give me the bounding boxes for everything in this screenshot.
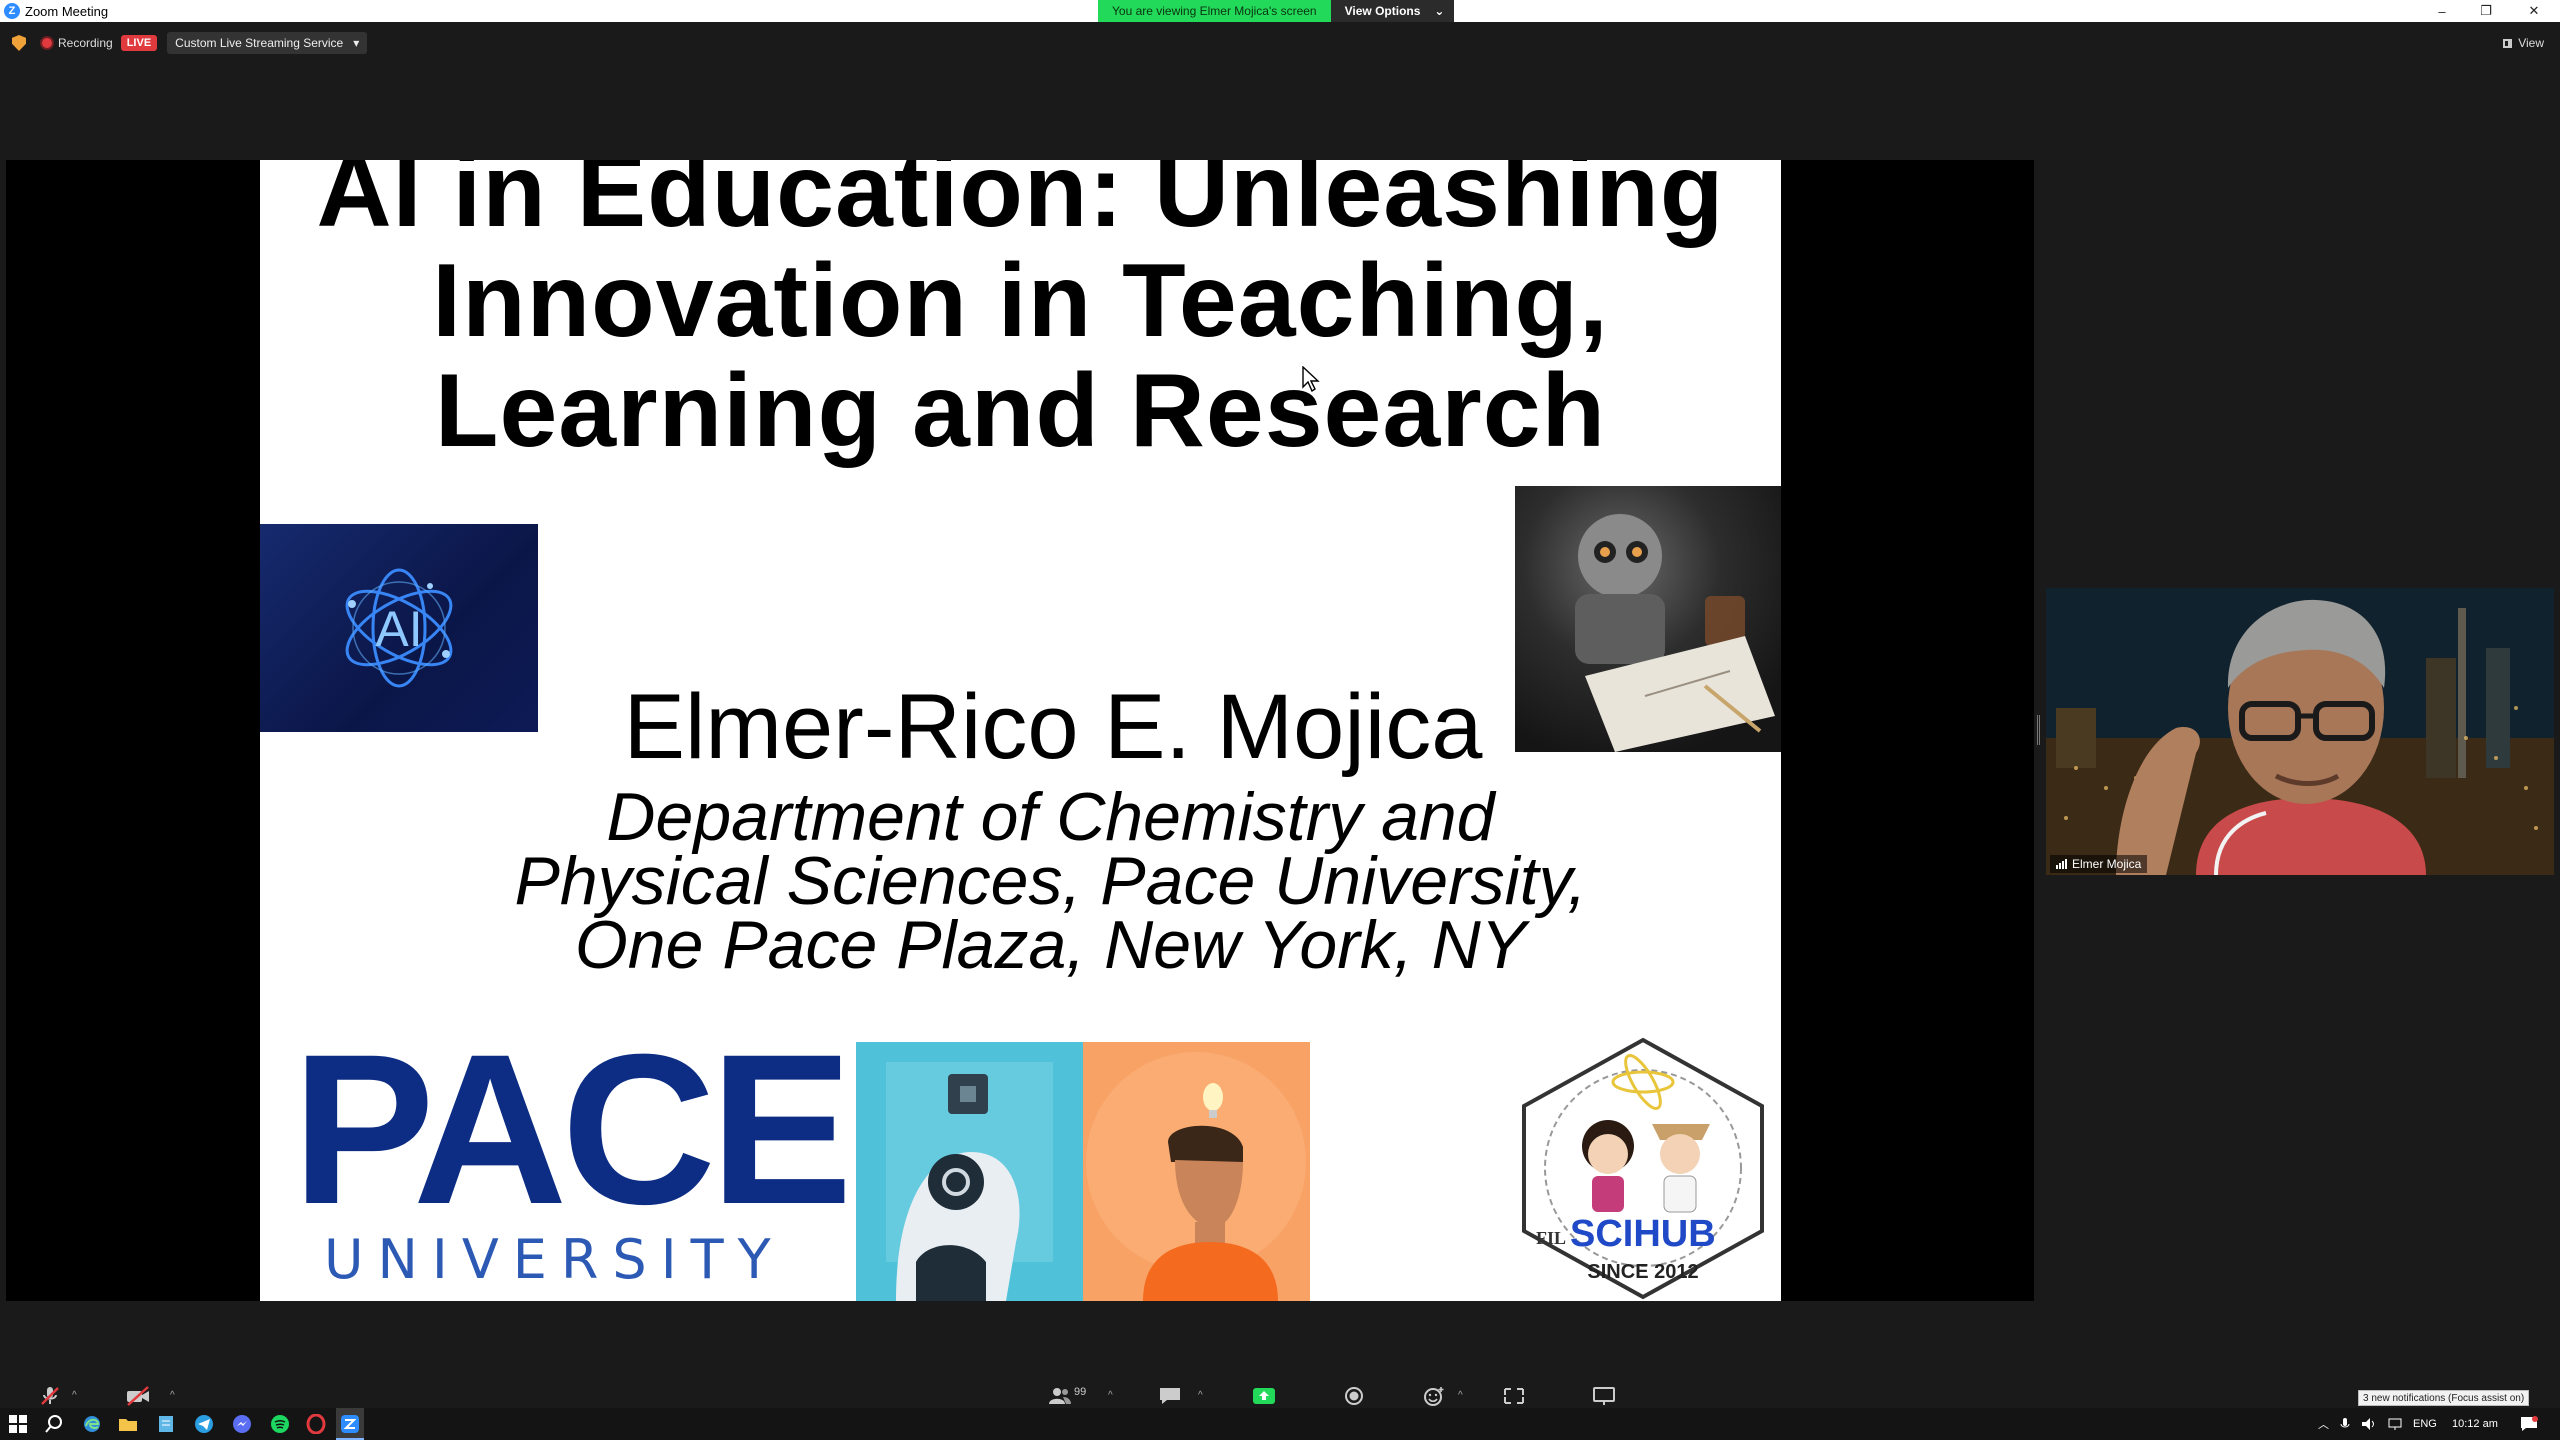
windows-start-icon[interactable] (8, 1414, 28, 1434)
start-video-button[interactable] (126, 1386, 150, 1406)
slide-title-line: Innovation in Teaching, (432, 243, 1609, 359)
edge-browser-icon[interactable] (82, 1414, 102, 1434)
filscihub-logo: FIL SCIHUB SINCE 2012 (1512, 1036, 1774, 1301)
thinking-person-illustration (1083, 1042, 1310, 1301)
robot-head-illustration (856, 1042, 1083, 1301)
splitter-handle[interactable] (2037, 715, 2040, 745)
chat-bubble-icon (1160, 1388, 1180, 1404)
chevron-down-icon: ⌄ (1434, 4, 1445, 18)
whiteboards-button[interactable] (1592, 1386, 1616, 1406)
show-hidden-icons-chevron-icon[interactable]: ︿ (2318, 1416, 2329, 1432)
participant-name: Elmer Mojica (2072, 857, 2142, 871)
share-screen-icon (1253, 1388, 1275, 1404)
participant-video-tile[interactable]: Elmer Mojica (2046, 588, 2554, 875)
screen-share-banner: You are viewing Elmer Mojica's screen Vi… (1098, 0, 1455, 22)
svg-text:FIL: FIL (1536, 1228, 1566, 1248)
participant-name-tag: Elmer Mojica (2050, 855, 2148, 873)
security-shield-icon[interactable] (12, 35, 26, 51)
window-title: Zoom Meeting (25, 3, 109, 19)
apps-button[interactable] (1502, 1386, 1526, 1406)
chat-button[interactable] (1158, 1386, 1182, 1406)
slide-title-line: Learning and Research (434, 353, 1607, 469)
department-affiliation: Department of Chemistry and Physical Sci… (260, 779, 1781, 983)
svg-text:SCIHUB: SCIHUB (1570, 1213, 1716, 1255)
mute-button[interactable] (38, 1386, 62, 1406)
microphone-tray-icon[interactable] (2339, 1417, 2351, 1431)
record-button[interactable] (1342, 1386, 1366, 1406)
view-options-label: View Options (1344, 4, 1421, 18)
svg-text:SINCE 2012: SINCE 2012 (1587, 1261, 1698, 1283)
view-button[interactable]: View (2503, 30, 2544, 56)
recording-dot-icon (42, 38, 52, 48)
reactions-button[interactable] (1422, 1386, 1446, 1406)
presentation-slide: AI in Education: Unleashing Innovation i… (260, 160, 1781, 1301)
viewing-screen-message: You are viewing Elmer Mojica's screen (1098, 0, 1331, 22)
stream-service-label: Custom Live Streaming Service (175, 36, 344, 50)
video-camera-off-icon (127, 1386, 149, 1406)
input-language-indicator[interactable]: ENG (2413, 1418, 2437, 1430)
affiliation-line: Physical Sciences, Pace University, (514, 843, 1587, 919)
live-badge: LIVE (120, 35, 158, 51)
meeting-status-row: Recording LIVE Custom Live Streaming Ser… (0, 30, 2560, 56)
shared-screen-area: AI in Education: Unleashing Innovation i… (6, 160, 2040, 1301)
university-logo-word: UNIVERSITY (324, 1228, 785, 1291)
gallery-view-icon (2503, 38, 2513, 48)
notification-toast[interactable]: 3 new notifications (Focus assist on) (2358, 1390, 2530, 1406)
pace-logo-word: PACE (292, 1010, 853, 1249)
microphone-muted-icon (41, 1387, 59, 1405)
participant-count: 99 (1074, 1386, 1087, 1398)
close-window-button[interactable]: ✕ (2514, 0, 2554, 22)
pace-university-logo: PACE UNIVERSITY (292, 1010, 853, 1292)
zoom-taskbar-button[interactable] (336, 1408, 364, 1440)
system-clock[interactable]: 10:12 am (2452, 1408, 2498, 1440)
clock-time: 10:12 am (2452, 1418, 2498, 1430)
restore-button[interactable]: ❐ (2466, 0, 2506, 22)
file-explorer-icon[interactable] (118, 1414, 138, 1434)
mouse-cursor-icon (1302, 366, 1320, 392)
notification-center-icon[interactable] (2520, 1416, 2538, 1432)
video-options-caret[interactable]: ^ (170, 1390, 175, 1401)
windows-taskbar: ︿ ENG 10:12 am (0, 1408, 2560, 1440)
participant-video-feed (2046, 588, 2554, 875)
notepad-icon[interactable] (156, 1414, 176, 1434)
dropdown-caret-icon: ▾ (353, 36, 360, 50)
network-icon[interactable] (2387, 1417, 2403, 1431)
reactions-options-caret[interactable]: ^ (1458, 1390, 1463, 1401)
view-label: View (2518, 36, 2544, 50)
affiliation-line: Department of Chemistry and (606, 779, 1495, 855)
slide-title-line: AI in Education: Unleashing (316, 160, 1725, 249)
opera-browser-icon[interactable] (306, 1414, 326, 1434)
affiliation-line: One Pace Plaza, New York, NY (574, 907, 1527, 983)
signal-strength-icon (2056, 859, 2067, 869)
slide-title: AI in Education: Unleashing Innovation i… (260, 160, 1781, 466)
presenter-name: Elmer-Rico E. Mojica (623, 676, 1483, 778)
chat-options-caret[interactable]: ^ (1198, 1390, 1203, 1401)
record-icon (1345, 1387, 1363, 1405)
svg-text:AI: AI (375, 601, 422, 657)
system-tray: ︿ ENG (2318, 1408, 2437, 1440)
audio-options-caret[interactable]: ^ (72, 1390, 77, 1401)
spotify-icon[interactable] (270, 1414, 290, 1434)
volume-icon[interactable] (2361, 1417, 2377, 1431)
telegram-icon[interactable] (194, 1414, 214, 1434)
share-screen-button[interactable] (1252, 1386, 1276, 1406)
view-options-button[interactable]: View Options ⌄ (1330, 0, 1455, 22)
live-stream-service-dropdown[interactable]: Custom Live Streaming Service ▾ (167, 32, 368, 54)
participants-button[interactable]: 99 (1048, 1386, 1086, 1406)
zoom-app-taskbar-icon (341, 1415, 359, 1433)
participants-options-caret[interactable]: ^ (1108, 1390, 1113, 1401)
minimize-button[interactable]: – (2422, 0, 2462, 22)
search-icon[interactable] (44, 1414, 64, 1434)
apps-icon (1504, 1388, 1524, 1404)
emoji-reaction-icon (1424, 1387, 1444, 1406)
zoom-app-icon: Z (4, 3, 20, 19)
recording-label: Recording (58, 36, 113, 50)
whiteboard-icon (1593, 1387, 1615, 1405)
participants-icon (1049, 1388, 1071, 1404)
messenger-icon[interactable] (232, 1414, 252, 1434)
